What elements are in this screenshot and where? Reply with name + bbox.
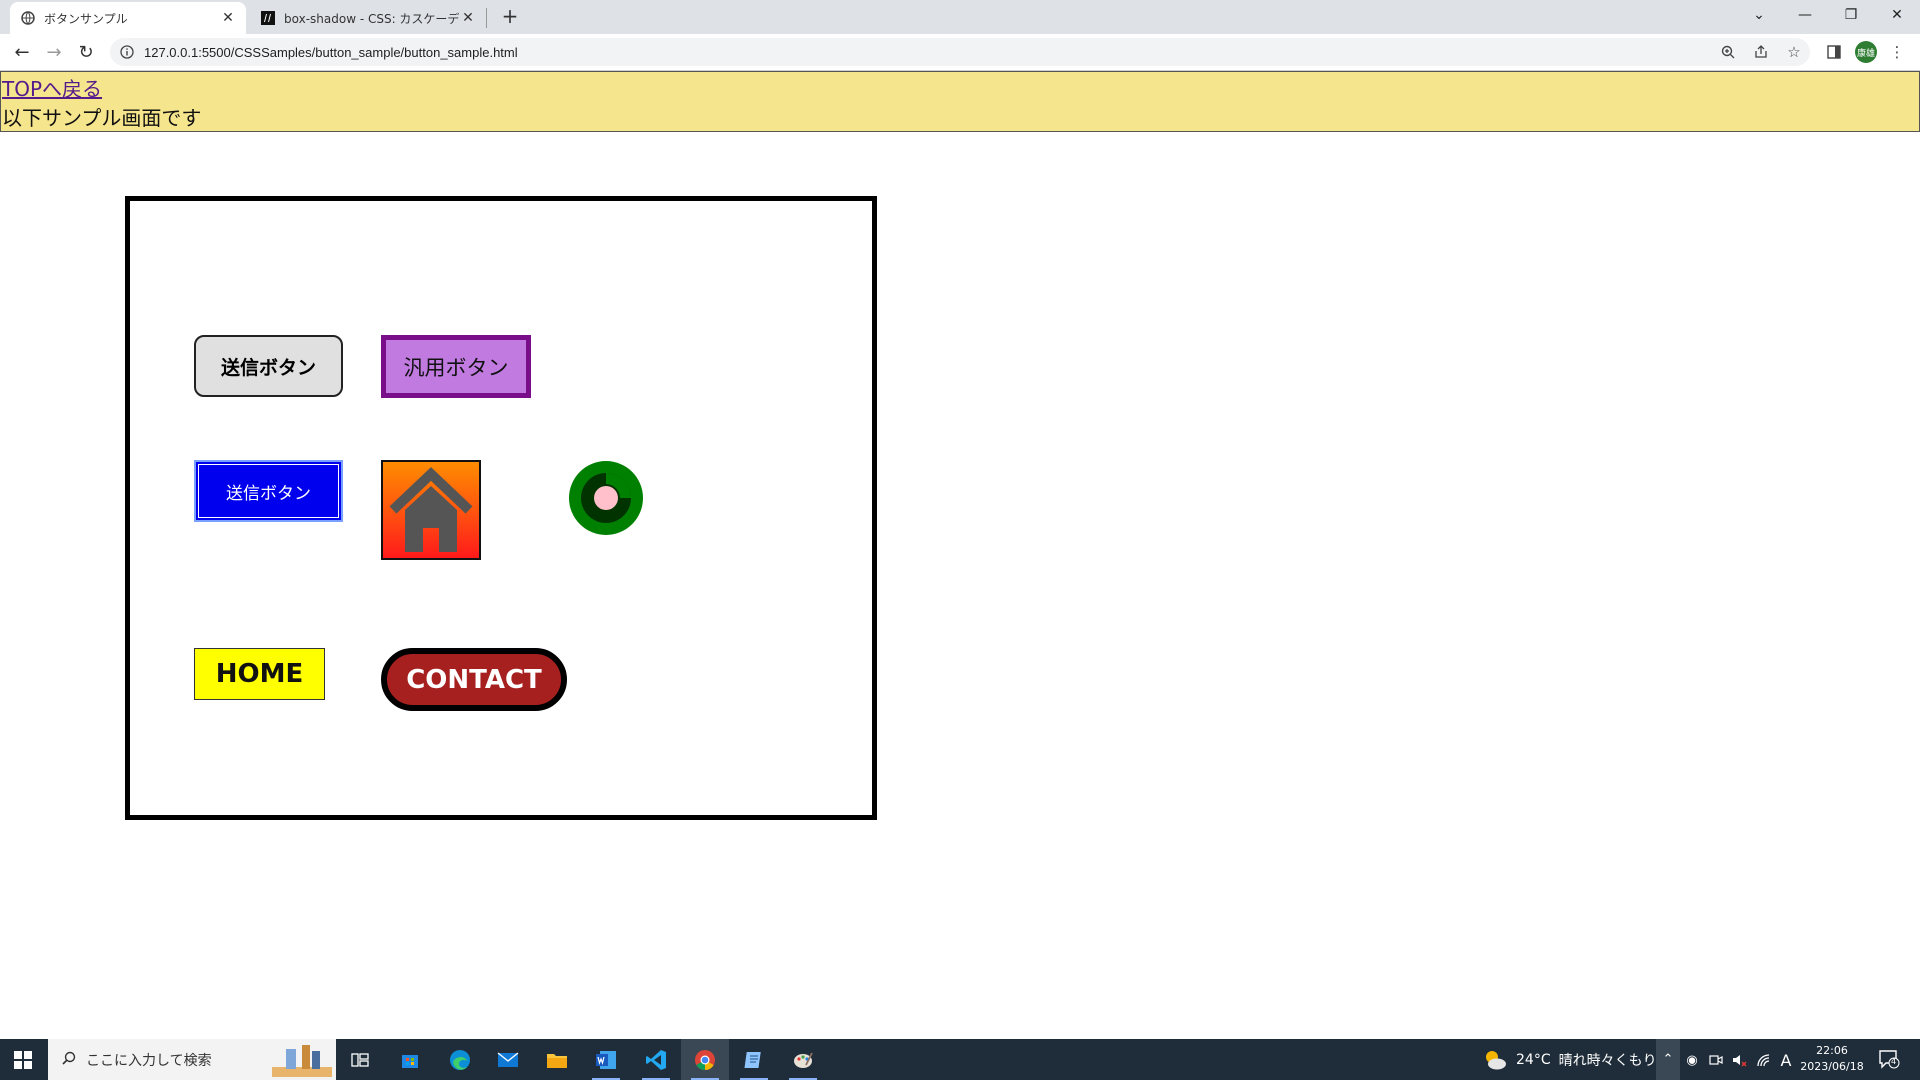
- tab-search-icon[interactable]: ⌄: [1736, 0, 1782, 30]
- back-icon[interactable]: ←: [10, 40, 34, 64]
- notification-count: 4: [1891, 1057, 1897, 1066]
- minimize-button[interactable]: —: [1782, 0, 1828, 30]
- general-button-purple[interactable]: 汎用ボタン: [381, 335, 531, 398]
- new-tab-button[interactable]: +: [498, 4, 522, 28]
- menu-kebab-icon[interactable]: ⋮: [1887, 42, 1907, 62]
- close-window-button[interactable]: ✕: [1874, 0, 1920, 30]
- windows-taskbar: ここに入力して検索 24°C 晴れ時々くもり ⌃ ◉ A 22:06 2023/…: [0, 1039, 1920, 1080]
- edge-icon[interactable]: [436, 1039, 484, 1080]
- record-icon[interactable]: ◉: [1682, 1050, 1702, 1070]
- tab-box-shadow[interactable]: box-shadow - CSS: カスケーディング ✕: [250, 2, 486, 34]
- submit-button-blue[interactable]: 送信ボタン: [194, 460, 343, 522]
- page-header: TOPへ戻る 以下サンプル画面です: [0, 71, 1920, 132]
- chrome-icon[interactable]: [681, 1039, 729, 1080]
- wifi-icon[interactable]: [1754, 1050, 1774, 1070]
- close-tab-icon[interactable]: ✕: [460, 10, 476, 26]
- browser-toolbar: ← → ↻ 127.0.0.1:5500/CSSSamples/button_s…: [0, 34, 1920, 71]
- meet-now-icon[interactable]: [1706, 1050, 1726, 1070]
- taskbar-clock[interactable]: 22:06 2023/06/18: [1800, 1043, 1864, 1075]
- weather-temperature: 24°C: [1516, 1051, 1551, 1068]
- weather-widget[interactable]: 24°C 晴れ時々くもり: [1482, 1039, 1657, 1080]
- contact-button[interactable]: CONTACT: [381, 648, 567, 711]
- vscode-icon[interactable]: [632, 1039, 680, 1080]
- address-bar[interactable]: 127.0.0.1:5500/CSSSamples/button_sample/…: [110, 38, 1810, 66]
- ring-button[interactable]: [568, 460, 644, 536]
- tab-separator: [486, 8, 487, 28]
- zoom-icon[interactable]: [1718, 42, 1738, 62]
- word-icon[interactable]: [582, 1039, 630, 1080]
- page-viewport: TOPへ戻る 以下サンプル画面です 送信ボタン 汎用ボタン 送信ボタン HOME…: [0, 71, 1920, 1039]
- clock-time: 22:06: [1816, 1044, 1848, 1057]
- home-button[interactable]: HOME: [194, 648, 325, 700]
- mdn-icon: [260, 10, 276, 26]
- store-icon[interactable]: [386, 1039, 434, 1080]
- close-tab-icon[interactable]: ✕: [220, 10, 236, 26]
- back-to-top-link[interactable]: TOPへ戻る: [2, 73, 102, 102]
- mail-icon[interactable]: [484, 1039, 532, 1080]
- side-panel-icon[interactable]: [1824, 42, 1844, 62]
- submit-button-gray[interactable]: 送信ボタン: [194, 335, 343, 397]
- windows-start-button[interactable]: [0, 1039, 46, 1080]
- home-icon-button[interactable]: [381, 460, 481, 560]
- share-icon[interactable]: [1751, 42, 1771, 62]
- action-center-icon[interactable]: 4: [1878, 1049, 1900, 1069]
- tab-button-sample[interactable]: ボタンサンプル ✕: [10, 2, 246, 34]
- task-view-icon[interactable]: [336, 1039, 384, 1080]
- target-ring-icon: [569, 461, 643, 535]
- ime-indicator[interactable]: A: [1776, 1050, 1796, 1070]
- show-hidden-icons-icon[interactable]: ⌃: [1656, 1039, 1680, 1080]
- url-text: 127.0.0.1:5500/CSSSamples/button_sample/…: [144, 44, 518, 60]
- house-icon: [389, 467, 473, 552]
- tab-strip: ボタンサンプル ✕ box-shadow - CSS: カスケーディング ✕ +…: [0, 0, 1920, 34]
- clock-date: 2023/06/18: [1800, 1060, 1864, 1073]
- tab-title: box-shadow - CSS: カスケーディング: [284, 11, 460, 26]
- volume-muted-icon[interactable]: [1730, 1050, 1750, 1070]
- page-subtitle: 以下サンプル画面です: [2, 106, 202, 130]
- globe-icon: [20, 10, 36, 26]
- restore-button[interactable]: ❐: [1828, 0, 1874, 30]
- weather-description: 晴れ時々くもり: [1558, 1052, 1657, 1069]
- search-highlight-illustration-icon: [272, 1045, 332, 1077]
- tab-title: ボタンサンプル: [44, 11, 128, 26]
- windows-logo-icon: [14, 1050, 32, 1069]
- forward-icon[interactable]: →: [42, 40, 66, 64]
- search-placeholder: ここに入力して検索: [86, 1052, 212, 1069]
- search-icon: [62, 1051, 76, 1069]
- profile-avatar[interactable]: 康雄: [1855, 41, 1877, 63]
- partly-cloudy-icon: [1486, 1050, 1506, 1069]
- paint-icon[interactable]: [779, 1039, 827, 1080]
- notepad-icon[interactable]: [730, 1039, 778, 1080]
- info-icon[interactable]: [116, 45, 138, 59]
- taskbar-search-box[interactable]: ここに入力して検索: [48, 1039, 336, 1080]
- bookmark-star-icon[interactable]: ☆: [1784, 42, 1804, 62]
- file-explorer-icon[interactable]: [533, 1039, 581, 1080]
- reload-icon[interactable]: ↻: [74, 40, 98, 64]
